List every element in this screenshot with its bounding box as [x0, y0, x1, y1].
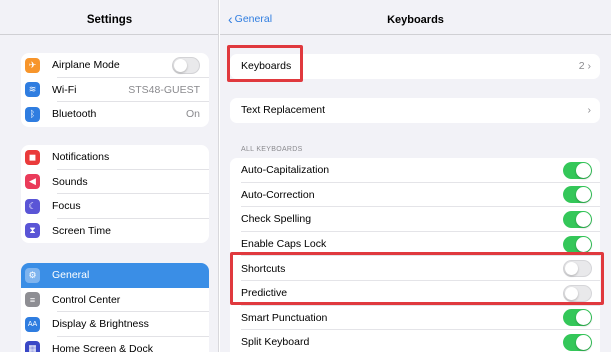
toggle-label: Shortcuts [241, 262, 286, 275]
sidebar-item-label: Sounds [52, 175, 88, 188]
gear-icon: ⚙ [25, 267, 40, 283]
bluetooth-status-value: On [185, 108, 200, 121]
toggle-label: Split Keyboard [241, 336, 310, 349]
wifi-network-value: STS48-GUEST [128, 83, 200, 96]
keyboards-count-value: 2 [578, 60, 585, 73]
sidebar-item-label: Display & Brightness [52, 318, 149, 331]
sidebar-item-general[interactable]: ⚙ General [21, 263, 209, 288]
notifications-icon: ◼ [25, 149, 40, 165]
settings-window: Settings ✈ Airplane Mode ≋ Wi-Fi STS48-G… [0, 0, 611, 352]
sidebar-title: Settings [86, 14, 133, 26]
sidebar-item-label: Bluetooth [52, 108, 97, 121]
sidebar-item-screen-time[interactable]: ⧗ Screen Time [21, 219, 209, 244]
sidebar-item-sounds[interactable]: ◀ Sounds [21, 170, 209, 194]
toggle-label: Check Spelling [241, 213, 312, 226]
smart-punctuation-toggle[interactable] [563, 309, 592, 327]
sidebar-item-label: General [52, 269, 90, 282]
text-replacement-label: Text Replacement [241, 104, 326, 117]
wifi-icon: ≋ [25, 82, 40, 98]
sidebar-item-airplane-mode[interactable]: ✈ Airplane Mode [21, 53, 209, 78]
home-screen-icon: ▦ [25, 341, 40, 352]
enable-caps-lock-toggle[interactable] [563, 235, 592, 253]
page-title: Keyboards [387, 14, 444, 26]
sidebar-item-label: Screen Time [52, 224, 111, 237]
main-pane: ‹ General Keyboards Keyboards 2 › Text R… [220, 0, 611, 352]
screen-time-icon: ⧗ [25, 223, 40, 239]
toggle-label: Smart Punctuation [241, 311, 328, 324]
airplane-icon: ✈ [25, 57, 40, 73]
keyboards-row[interactable]: Keyboards 2 › [230, 54, 600, 79]
sidebar-item-home-screen-dock[interactable]: ▦ Home Screen & Dock [21, 337, 209, 352]
shortcuts-toggle[interactable] [563, 260, 592, 278]
focus-icon: ☾ [25, 198, 40, 214]
split-keyboard-row: Split Keyboard [230, 330, 600, 352]
predictive-row: Predictive [230, 281, 600, 306]
smart-punctuation-row: Smart Punctuation [230, 306, 600, 331]
sounds-icon: ◀ [25, 174, 40, 190]
sidebar-item-focus[interactable]: ☾ Focus [21, 194, 209, 219]
section-header: ALL KEYBOARDS [241, 146, 303, 153]
all-keyboards-card: Auto-Capitalization Auto-Correction Chec… [230, 158, 600, 352]
toggle-label: Predictive [241, 287, 288, 300]
text-replacement-card: Text Replacement › [230, 98, 600, 123]
toggle-label: Enable Caps Lock [241, 238, 327, 251]
toggle-label: Auto-Capitalization [241, 164, 330, 177]
sidebar-item-label: Focus [52, 200, 81, 213]
auto-correction-toggle[interactable] [563, 186, 592, 204]
auto-capitalization-toggle[interactable] [563, 161, 592, 179]
sidebar-item-control-center[interactable]: ≡ Control Center [21, 288, 209, 312]
chevron-right-icon: › [587, 60, 592, 73]
chevron-right-icon: › [587, 104, 592, 117]
sidebar-item-wifi[interactable]: ≋ Wi-Fi STS48-GUEST [21, 78, 209, 102]
auto-capitalization-row: Auto-Capitalization [230, 158, 600, 183]
keyboards-count: 2 › [579, 60, 591, 72]
sidebar-item-bluetooth[interactable]: ᛒ Bluetooth On [21, 102, 209, 127]
check-spelling-row: Check Spelling [230, 207, 600, 232]
keyboards-label: Keyboards [241, 60, 292, 73]
sidebar-item-label: Notifications [52, 151, 110, 164]
nav-divider [220, 34, 611, 35]
enable-caps-lock-row: Enable Caps Lock [230, 232, 600, 257]
sidebar-item-label: Home Screen & Dock [52, 342, 153, 352]
sidebar-item-label: Airplane Mode [52, 59, 120, 72]
split-keyboard-toggle[interactable] [563, 333, 592, 351]
check-spelling-toggle[interactable] [563, 210, 592, 228]
sidebar-item-label: Control Center [52, 293, 121, 306]
sidebar-group-notifications: ◼ Notifications ◀ Sounds ☾ Focus ⧗ Scree… [21, 145, 209, 243]
sidebar-group-connectivity: ✈ Airplane Mode ≋ Wi-Fi STS48-GUEST ᛒ Bl… [21, 53, 209, 127]
sidebar-group-general: ⚙ General ≡ Control Center AA Display & … [21, 263, 209, 352]
display-icon: AA [25, 316, 40, 332]
keyboards-card: Keyboards 2 › [230, 54, 600, 79]
sidebar-item-display-brightness[interactable]: AA Display & Brightness [21, 312, 209, 337]
predictive-toggle[interactable] [563, 284, 592, 302]
control-center-icon: ≡ [25, 292, 40, 308]
auto-correction-row: Auto-Correction [230, 183, 600, 208]
toggle-label: Auto-Correction [241, 188, 315, 201]
sidebar-divider [0, 34, 218, 35]
bluetooth-icon: ᛒ [25, 106, 40, 122]
shortcuts-row: Shortcuts [230, 256, 600, 281]
sidebar-item-label: Wi-Fi [52, 83, 77, 96]
sidebar-item-notifications[interactable]: ◼ Notifications [21, 145, 209, 170]
airplane-mode-toggle[interactable] [172, 56, 200, 74]
text-replacement-row[interactable]: Text Replacement › [230, 98, 600, 123]
sidebar: Settings ✈ Airplane Mode ≋ Wi-Fi STS48-G… [0, 0, 219, 352]
